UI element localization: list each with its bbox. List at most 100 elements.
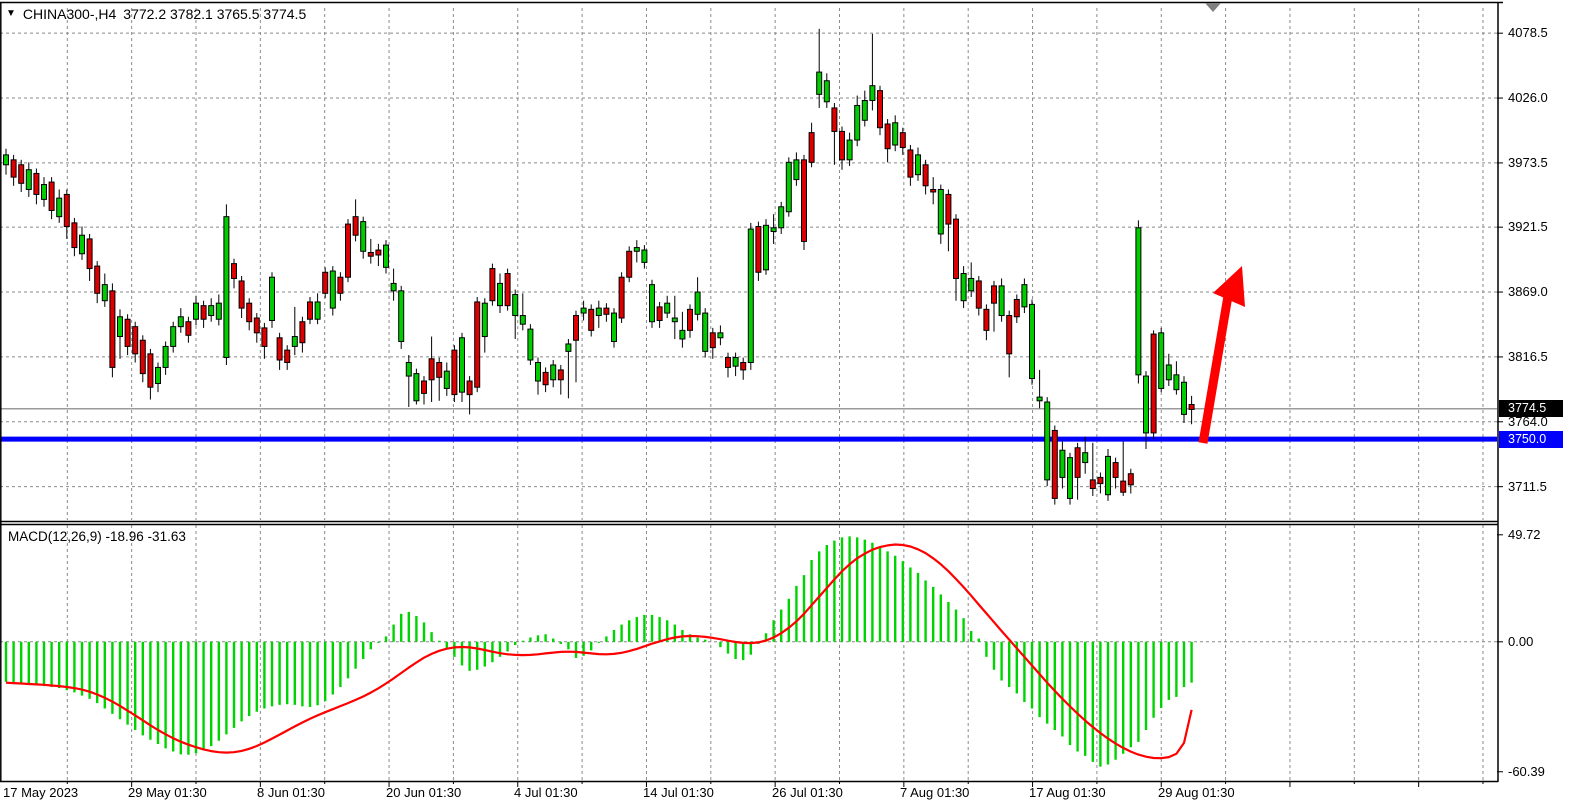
candle-bearish bbox=[300, 322, 305, 343]
indicator-title: MACD(12,26,9) -18.96 -31.63 bbox=[8, 529, 186, 544]
time-axis-label: 7 Aug 01:30 bbox=[900, 785, 969, 800]
candle-bearish bbox=[277, 338, 282, 360]
candle-bearish bbox=[34, 173, 39, 194]
support-line-badge: 3750.0 bbox=[1499, 431, 1563, 448]
candle-bullish bbox=[1159, 333, 1164, 389]
candle-bearish bbox=[429, 359, 434, 380]
candle-bearish bbox=[376, 250, 381, 255]
price-axis-label: 3921.5 bbox=[1508, 219, 1548, 234]
last-bar-marker-icon[interactable] bbox=[1205, 3, 1221, 12]
candle-bullish bbox=[80, 235, 85, 254]
candle-bearish bbox=[422, 381, 427, 393]
candle-bullish bbox=[1106, 456, 1111, 494]
candle-bullish bbox=[57, 198, 62, 217]
candle-bullish bbox=[399, 291, 404, 342]
candle-bullish bbox=[916, 155, 921, 175]
candle-bullish bbox=[551, 365, 556, 380]
candle-bullish bbox=[414, 374, 419, 401]
candle-bullish bbox=[748, 229, 753, 362]
candle-bullish bbox=[520, 316, 525, 325]
candle-bearish bbox=[976, 281, 981, 308]
candle-bullish bbox=[391, 283, 396, 290]
candle-bullish bbox=[703, 313, 708, 351]
candle-bullish bbox=[102, 285, 107, 301]
candle-bearish bbox=[1052, 430, 1057, 498]
candle-bullish bbox=[1136, 228, 1141, 375]
candle-bullish bbox=[498, 283, 503, 305]
candle-bullish bbox=[672, 318, 677, 322]
candle-bearish bbox=[490, 269, 495, 301]
candle-bullish bbox=[847, 140, 852, 160]
candle-bullish bbox=[779, 207, 784, 228]
candle-bearish bbox=[984, 309, 989, 330]
candle-bullish bbox=[1045, 402, 1050, 480]
candle-bearish bbox=[1113, 463, 1118, 478]
price-axis-label: 4078.5 bbox=[1508, 25, 1548, 40]
candle-bullish bbox=[938, 189, 943, 233]
candle-bullish bbox=[384, 245, 389, 267]
candle-bullish bbox=[961, 274, 966, 301]
candle-bullish bbox=[817, 72, 822, 94]
candle-bearish bbox=[353, 217, 358, 236]
candle-bullish bbox=[1166, 365, 1171, 380]
candle-bullish bbox=[870, 86, 875, 101]
candle-bearish bbox=[1075, 448, 1080, 478]
candle-bearish bbox=[452, 350, 457, 394]
candle-bullish bbox=[194, 303, 199, 319]
candle-bearish bbox=[1151, 334, 1156, 433]
candle-bearish bbox=[368, 253, 373, 257]
chart-canvas[interactable] bbox=[0, 0, 1583, 811]
candle-bearish bbox=[285, 350, 290, 362]
trend-arrow-shaft bbox=[1203, 296, 1228, 443]
candle-bearish bbox=[87, 239, 92, 269]
time-axis-label: 8 Jun 01:30 bbox=[257, 785, 325, 800]
candle-bullish bbox=[528, 329, 533, 360]
candle-bullish bbox=[118, 317, 123, 337]
candle-bearish bbox=[627, 251, 632, 277]
candle-bullish bbox=[695, 292, 700, 314]
candle-bearish bbox=[475, 302, 480, 387]
candle-bearish bbox=[262, 328, 267, 347]
candle-bearish bbox=[1121, 481, 1126, 492]
candle-bearish bbox=[923, 165, 928, 186]
candle-bearish bbox=[201, 306, 206, 320]
candle-bearish bbox=[323, 272, 328, 293]
candle-bearish bbox=[338, 277, 343, 293]
time-axis-label: 20 Jun 01:30 bbox=[386, 785, 461, 800]
candle-bearish bbox=[574, 316, 579, 341]
time-axis-label: 29 Aug 01:30 bbox=[1158, 785, 1235, 800]
candle-bullish bbox=[650, 285, 655, 322]
candle-bullish bbox=[171, 327, 176, 347]
candle-bullish bbox=[566, 344, 571, 351]
collapse-icon[interactable]: ▼ bbox=[6, 7, 16, 21]
candle-bullish bbox=[1182, 382, 1187, 414]
candle-bullish bbox=[612, 313, 617, 341]
macd-axis-label: 49.72 bbox=[1508, 527, 1541, 542]
time-axis-label: 14 Jul 01:30 bbox=[643, 785, 714, 800]
price-axis-label: 3711.5 bbox=[1508, 479, 1547, 494]
candle-bullish bbox=[596, 308, 601, 315]
candle-bearish bbox=[802, 160, 807, 242]
candle-bearish bbox=[543, 372, 548, 384]
candle-bullish bbox=[1174, 375, 1179, 390]
candle-bearish bbox=[1098, 477, 1103, 483]
chart-ohlc-values: 3772.2 3782.1 3765.5 3774.5 bbox=[123, 6, 306, 22]
candle-bearish bbox=[1007, 316, 1012, 354]
candle-bearish bbox=[505, 274, 510, 306]
candle-bullish bbox=[513, 295, 518, 316]
candle-bullish bbox=[862, 101, 867, 121]
candle-bullish bbox=[4, 155, 9, 165]
time-axis-label: 17 Aug 01:30 bbox=[1029, 785, 1106, 800]
candle-bearish bbox=[908, 150, 913, 177]
candle-bullish bbox=[634, 248, 639, 252]
candle-bearish bbox=[604, 308, 609, 314]
candle-bullish bbox=[855, 105, 860, 140]
candle-bullish bbox=[893, 123, 898, 145]
candle-bearish bbox=[840, 131, 845, 159]
candle-bullish bbox=[1068, 458, 1073, 499]
candle-bearish bbox=[49, 182, 54, 210]
candle-bearish bbox=[657, 307, 662, 321]
candle-bearish bbox=[726, 358, 731, 368]
candle-bearish bbox=[467, 381, 472, 395]
candle-bullish bbox=[270, 277, 275, 320]
